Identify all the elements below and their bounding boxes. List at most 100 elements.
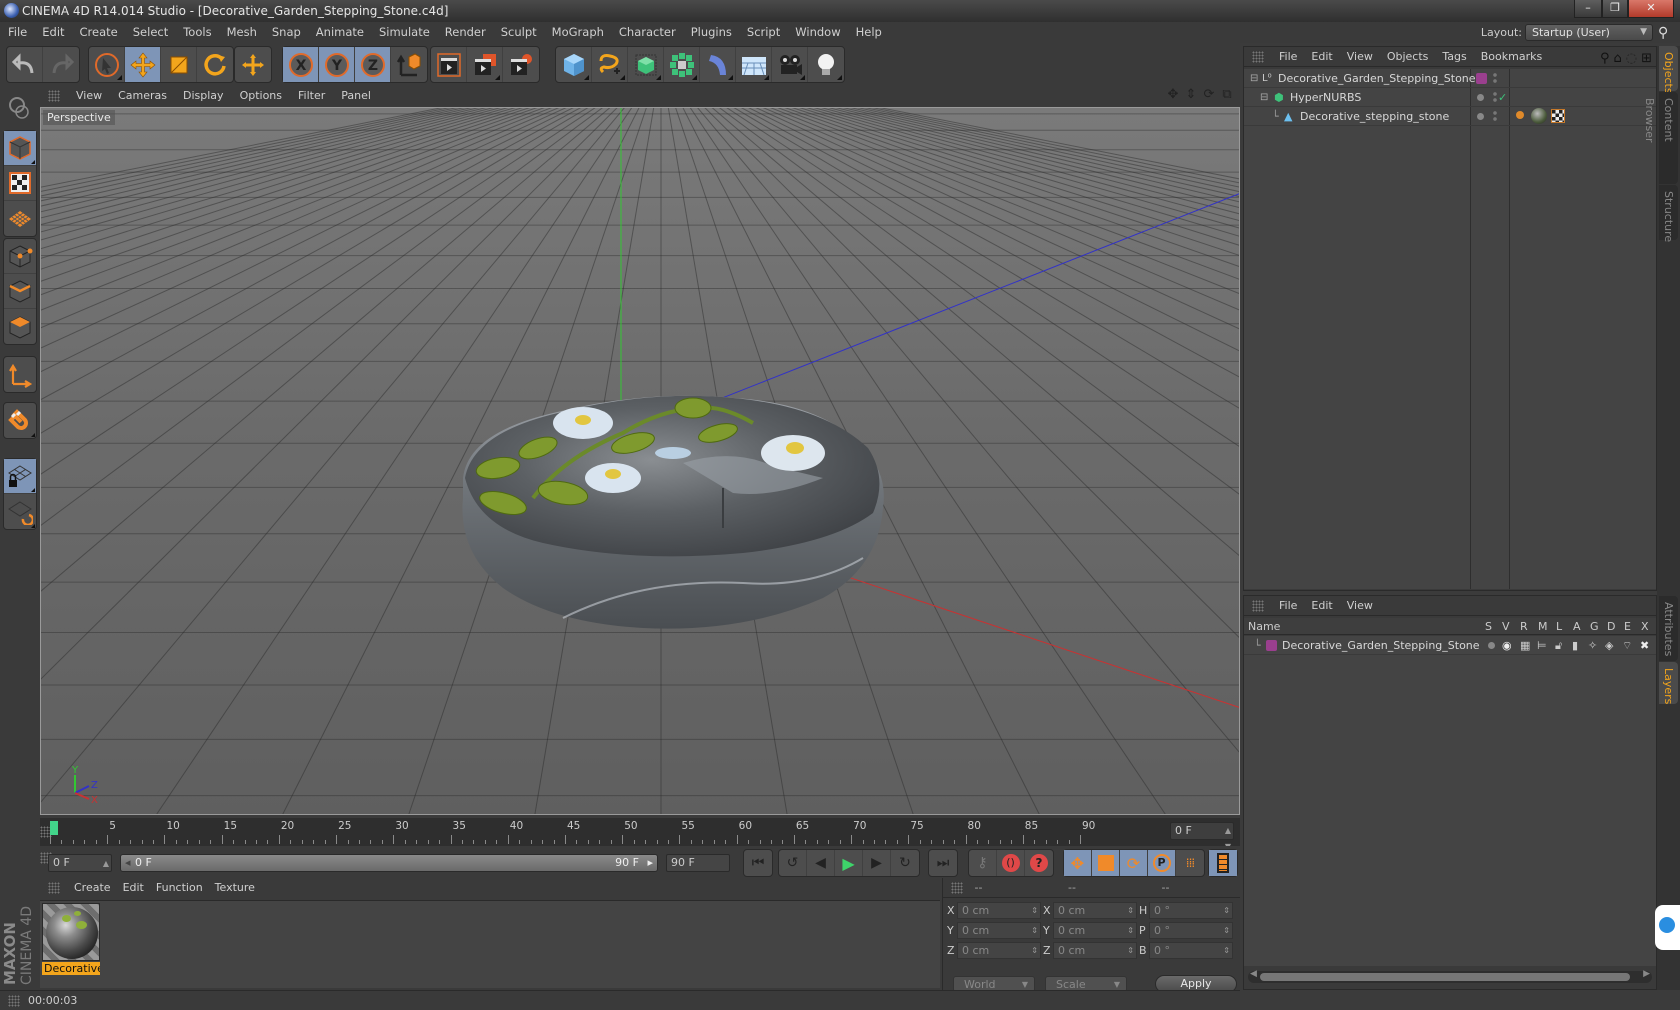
restore-button[interactable]: ❐ (1602, 0, 1628, 18)
material-name-label[interactable]: Decorative (42, 962, 100, 975)
start-frame-field[interactable]: 0 F ▲ (48, 854, 112, 872)
viewport-menu-view[interactable]: View (68, 86, 110, 106)
spinner-icon[interactable]: ⇕ (1127, 923, 1134, 938)
layer-column-name[interactable]: Name (1248, 618, 1280, 635)
spinner-icon[interactable]: ⇕ (1127, 943, 1134, 958)
model-mode-button[interactable] (4, 131, 36, 166)
current-frame-field[interactable]: 0 F▲▼ (1170, 822, 1234, 851)
layer-color-swatch[interactable] (1476, 73, 1487, 84)
record-button[interactable]: () (997, 850, 1025, 876)
menu-character[interactable]: Character (611, 22, 683, 43)
last-tool-button[interactable] (235, 47, 271, 82)
menu-tools[interactable]: Tools (175, 22, 218, 43)
remote-support-badge[interactable] (1655, 905, 1680, 950)
menu-snap[interactable]: Snap (264, 22, 308, 43)
go-to-end-button[interactable]: ⏭ (929, 850, 957, 876)
axis-mode-button[interactable] (4, 357, 36, 392)
object-menu-file[interactable]: File (1272, 47, 1304, 67)
key-scale-button[interactable] (1092, 850, 1120, 876)
stepping-stone-model[interactable] (443, 378, 903, 648)
rotation-b-field[interactable]: 0 ° ⇕ (1149, 942, 1233, 959)
pan-view-icon[interactable]: ✥ (1166, 88, 1180, 102)
layer-visible-icon[interactable]: ◉ (1502, 636, 1512, 655)
layer-column-g[interactable]: G (1590, 618, 1599, 635)
size-y-field[interactable]: 0 cm ⇕ (1053, 922, 1137, 939)
key-parameter-button[interactable]: P (1148, 850, 1176, 876)
layer-manager-icon[interactable]: ⊨ (1537, 636, 1547, 655)
phong-tag-icon[interactable] (1516, 111, 1524, 119)
texture-tag-icon[interactable] (1551, 109, 1565, 123)
rotate-button[interactable] (197, 47, 233, 82)
preview-range-slider[interactable]: ◂ 0 F 90 F ▸ (120, 854, 658, 872)
layer-xref-icon[interactable]: ✖ (1640, 636, 1649, 655)
menu-simulate[interactable]: Simulate (371, 22, 437, 43)
rotation-p-field[interactable]: 0 ° ⇕ (1149, 922, 1233, 939)
spinner-icon[interactable]: ⇕ (1223, 923, 1230, 938)
step-back-button[interactable]: ◀ (807, 850, 835, 876)
texture-mode-button[interactable] (4, 166, 36, 201)
add-spline-button[interactable] (592, 47, 628, 82)
menu-plugins[interactable]: Plugins (683, 22, 739, 43)
layer-render-icon[interactable]: ▦ (1520, 636, 1530, 655)
layer-column-e[interactable]: E (1624, 618, 1631, 635)
polygons-mode-button[interactable] (4, 309, 36, 344)
object-name[interactable]: HyperNURBS (1290, 88, 1361, 107)
previous-key-button[interactable]: ↺ (779, 850, 807, 876)
material-menu-texture[interactable]: Texture (209, 878, 261, 898)
live-selection-button[interactable] (89, 47, 125, 82)
layer-menu-file[interactable]: File (1272, 596, 1304, 616)
layer-expressions-icon[interactable]: ⌔ (1622, 636, 1632, 655)
collapse-toggle-icon[interactable]: ⊟ (1260, 88, 1268, 107)
object-menu-bookmarks[interactable]: Bookmarks (1474, 47, 1549, 67)
move-button[interactable] (125, 47, 161, 82)
search-icon[interactable]: ⚲ (1600, 49, 1610, 69)
panel-grip-icon[interactable] (951, 882, 963, 894)
step-forward-button[interactable]: ▶ (863, 850, 891, 876)
visibility-dots[interactable] (1493, 91, 1497, 104)
viewport-menu-filter[interactable]: Filter (290, 86, 333, 106)
add-light-button[interactable] (808, 47, 844, 82)
home-icon[interactable]: ⌂ (1613, 49, 1621, 69)
layer-row[interactable]: └ Decorative_Garden_Stepping_Stone ◉ ▦ ⊨… (1244, 636, 1656, 655)
render-settings-button[interactable] (503, 47, 539, 82)
material-tag-icon[interactable] (1531, 108, 1547, 124)
panel-grip-icon[interactable] (1252, 51, 1264, 63)
material-menu-create[interactable]: Create (68, 878, 117, 898)
layer-solo-toggle[interactable] (1488, 642, 1495, 649)
material-menu-function[interactable]: Function (150, 878, 209, 898)
tab-structure[interactable]: Structure (1659, 185, 1678, 242)
material-swatch[interactable] (42, 903, 100, 961)
enabled-check-icon[interactable]: ✓ (1498, 88, 1507, 107)
layer-column-d[interactable]: D (1607, 618, 1615, 635)
layer-menu-edit[interactable]: Edit (1304, 596, 1339, 616)
coordinate-system-button[interactable] (391, 47, 427, 82)
panel-grip-icon[interactable] (48, 90, 60, 102)
timeline-button[interactable] (1209, 850, 1237, 876)
render-dot[interactable] (1477, 113, 1484, 120)
viewport-menu-panel[interactable]: Panel (333, 86, 379, 106)
scale-button[interactable] (161, 47, 197, 82)
workplane-mode-button[interactable] (4, 201, 36, 236)
spinner-icon[interactable]: ⇕ (1031, 923, 1038, 938)
render-view-button[interactable] (431, 47, 467, 82)
orbit-view-icon[interactable]: ⟳ (1202, 88, 1216, 102)
minimize-button[interactable]: – (1574, 0, 1602, 18)
timeline-ruler[interactable]: 051015202530354045505560657075808590 0 F… (40, 818, 1240, 851)
autokey-button[interactable]: ⚷ (969, 850, 997, 876)
spinner-icon[interactable]: ⇕ (1223, 903, 1230, 918)
scroll-left-icon[interactable]: ◀ (1250, 969, 1257, 979)
add-cube-button[interactable] (556, 47, 592, 82)
menu-mograph[interactable]: MoGraph (544, 22, 611, 43)
layer-column-v[interactable]: V (1502, 618, 1510, 635)
go-to-start-button[interactable]: ⏮ (744, 850, 772, 876)
horizontal-scrollbar[interactable]: ◀ ▶ (1248, 969, 1652, 983)
panel-grip-icon[interactable] (1252, 600, 1264, 612)
object-menu-tags[interactable]: Tags (1435, 47, 1473, 67)
undo-button[interactable] (7, 47, 43, 82)
spinner-icon[interactable]: ⇕ (1127, 903, 1134, 918)
menu-script[interactable]: Script (739, 22, 787, 43)
tab-objects[interactable]: Objects (1659, 46, 1678, 94)
size-z-field[interactable]: 0 cm ⇕ (1053, 942, 1137, 959)
viewport-menu-cameras[interactable]: Cameras (110, 86, 175, 106)
menu-file[interactable]: File (0, 22, 34, 43)
